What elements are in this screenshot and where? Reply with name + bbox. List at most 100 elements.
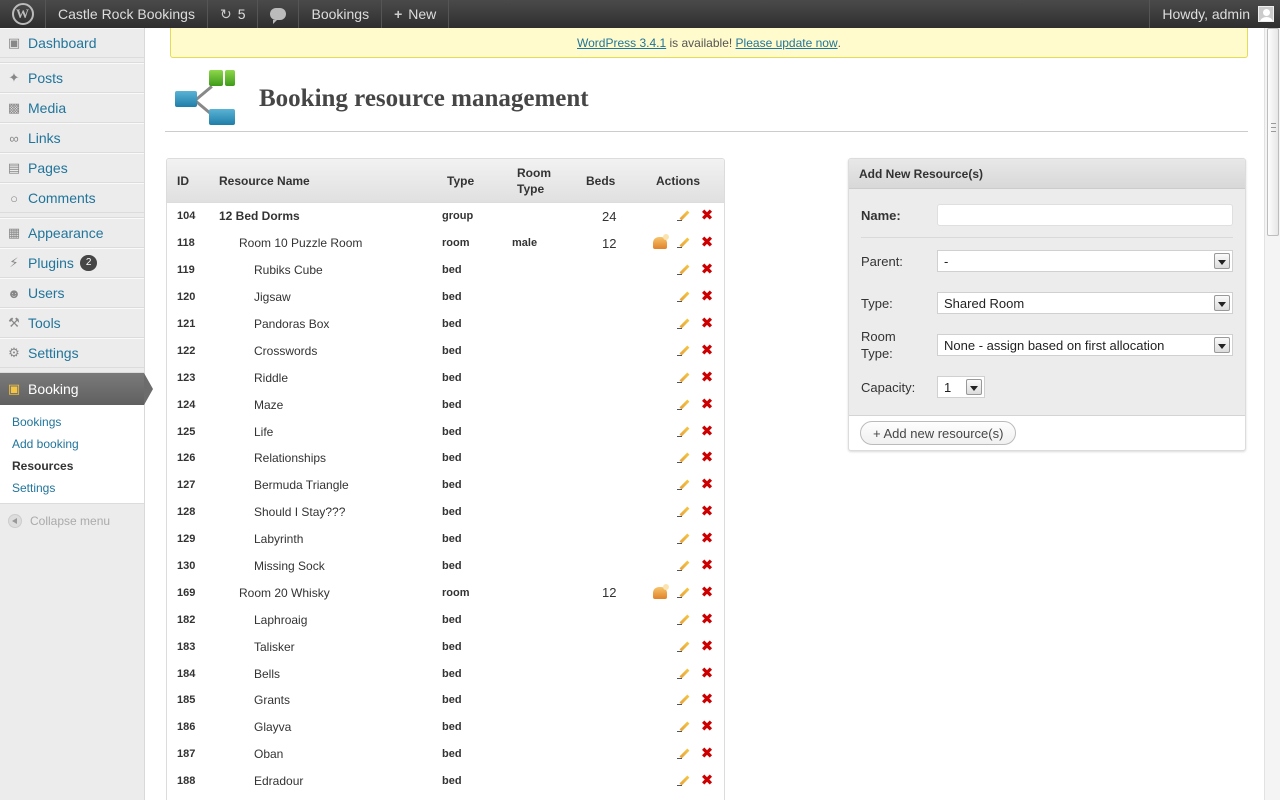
menu-users[interactable]: ☻ Users — [0, 278, 144, 308]
type-select[interactable]: Shared Room — [937, 292, 1233, 314]
add-resource-button[interactable]: + Add new resource(s) — [860, 421, 1017, 445]
resource-id: 188 — [177, 775, 196, 788]
delete-resource-button[interactable]: ✖ — [700, 230, 714, 257]
menu-media[interactable]: ▩ Media — [0, 93, 144, 123]
menu-comments[interactable]: ○ Comments — [0, 183, 144, 213]
col-room-type-header: Room Type — [517, 166, 551, 196]
edit-resource-button[interactable] — [677, 687, 691, 714]
delete-resource-button[interactable]: ✖ — [700, 741, 714, 768]
menu-booking[interactable]: ▣ Booking — [0, 373, 153, 405]
resource-type: bed — [442, 640, 462, 653]
menu-posts[interactable]: ✦ Posts — [0, 63, 144, 93]
delete-resource-button[interactable]: ✖ — [700, 687, 714, 714]
resource-type: bed — [442, 425, 462, 438]
page-scrollbar[interactable] — [1264, 28, 1280, 800]
bookings-link[interactable]: Bookings — [299, 0, 383, 28]
pencil-icon — [677, 344, 691, 358]
edit-resource-button[interactable] — [677, 472, 691, 499]
menu-label: Plugins — [28, 255, 74, 271]
edit-resource-button[interactable] — [677, 284, 691, 311]
edit-resource-button[interactable] — [677, 553, 691, 580]
delete-resource-button[interactable]: ✖ — [700, 714, 714, 741]
resource-id: 169 — [177, 586, 196, 599]
submenu-resources[interactable]: Resources — [0, 455, 144, 477]
edit-resource-button[interactable] — [677, 337, 691, 364]
delete-resource-button[interactable]: ✖ — [700, 660, 714, 687]
submenu-settings[interactable]: Settings — [0, 477, 144, 499]
delete-resource-button[interactable]: ✖ — [700, 606, 714, 633]
updates-link[interactable]: ↻ 5 — [208, 0, 259, 28]
howdy-text: Howdy, admin — [1162, 6, 1250, 22]
delete-x-icon: ✖ — [700, 637, 714, 655]
table-row: 123 Riddle bed ✖ — [167, 364, 724, 391]
delete-resource-button[interactable]: ✖ — [700, 499, 714, 526]
edit-resource-button[interactable] — [677, 714, 691, 741]
update-now-link[interactable]: Please update now — [736, 36, 838, 50]
menu-dashboard[interactable]: ▣ Dashboard — [0, 28, 144, 58]
delete-resource-button[interactable]: ✖ — [700, 768, 714, 795]
delete-resource-button[interactable]: ✖ — [700, 579, 714, 606]
delete-x-icon: ✖ — [700, 530, 714, 548]
resource-type: bed — [442, 560, 462, 573]
plus-icon: + — [394, 6, 403, 22]
edit-resource-button[interactable] — [677, 230, 691, 257]
menu-pages[interactable]: ▤ Pages — [0, 153, 144, 183]
menu-label: Pages — [28, 160, 68, 176]
delete-resource-button[interactable]: ✖ — [700, 472, 714, 499]
capacity-select[interactable]: 1 — [937, 376, 985, 398]
edit-resource-button[interactable] — [677, 526, 691, 553]
new-content-menu[interactable]: + New — [382, 0, 450, 28]
delete-resource-button[interactable]: ✖ — [700, 445, 714, 472]
name-input[interactable] — [937, 204, 1233, 226]
resource-id: 186 — [177, 721, 196, 734]
pencil-icon — [677, 451, 691, 465]
parent-select[interactable]: - — [937, 250, 1233, 272]
delete-resource-button[interactable]: ✖ — [700, 633, 714, 660]
resource-id: 184 — [177, 667, 196, 680]
edit-resource-button[interactable] — [677, 579, 691, 606]
parent-value: - — [944, 253, 949, 269]
edit-resource-button[interactable] — [677, 257, 691, 284]
edit-resource-button[interactable] — [677, 203, 691, 230]
delete-resource-button[interactable]: ✖ — [700, 553, 714, 580]
resource-name: Room 20 Whisky — [239, 585, 330, 600]
menu-plugins[interactable]: ⚡ Plugins 2 — [0, 248, 144, 278]
edit-resource-button[interactable] — [677, 499, 691, 526]
allocate-room-button[interactable] — [653, 230, 669, 257]
site-name-link[interactable]: Castle Rock Bookings — [46, 0, 208, 28]
edit-resource-button[interactable] — [677, 311, 691, 338]
delete-resource-button[interactable]: ✖ — [700, 337, 714, 364]
delete-resource-button[interactable]: ✖ — [700, 257, 714, 284]
edit-resource-button[interactable] — [677, 391, 691, 418]
edit-resource-button[interactable] — [677, 364, 691, 391]
menu-appearance[interactable]: ▦ Appearance — [0, 218, 144, 248]
allocate-room-button[interactable] — [653, 579, 669, 606]
edit-resource-button[interactable] — [677, 633, 691, 660]
edit-resource-button[interactable] — [677, 418, 691, 445]
edit-resource-button[interactable] — [677, 768, 691, 795]
edit-resource-button[interactable] — [677, 660, 691, 687]
comments-link[interactable] — [258, 0, 300, 28]
menu-links[interactable]: ∞ Links — [0, 123, 144, 153]
delete-resource-button[interactable]: ✖ — [700, 311, 714, 338]
delete-resource-button[interactable]: ✖ — [700, 418, 714, 445]
collapse-label: Collapse menu — [30, 514, 111, 528]
wordpress-version-link[interactable]: WordPress 3.4.1 — [577, 36, 666, 50]
edit-resource-button[interactable] — [677, 606, 691, 633]
delete-resource-button[interactable]: ✖ — [700, 284, 714, 311]
collapse-menu-button[interactable]: Collapse menu — [0, 504, 144, 538]
scrollbar-thumb[interactable] — [1267, 28, 1279, 236]
submenu-add-booking[interactable]: Add booking — [0, 433, 144, 455]
delete-resource-button[interactable]: ✖ — [700, 526, 714, 553]
room-type-select[interactable]: None - assign based on first allocation — [937, 334, 1233, 356]
edit-resource-button[interactable] — [677, 445, 691, 472]
delete-resource-button[interactable]: ✖ — [700, 391, 714, 418]
submenu-bookings[interactable]: Bookings — [0, 411, 144, 433]
delete-resource-button[interactable]: ✖ — [700, 203, 714, 230]
wordpress-logo-menu[interactable]: W — [0, 0, 46, 28]
delete-resource-button[interactable]: ✖ — [700, 364, 714, 391]
menu-settings[interactable]: ⚙ Settings — [0, 338, 144, 368]
menu-tools[interactable]: ⚒ Tools — [0, 308, 144, 338]
edit-resource-button[interactable] — [677, 741, 691, 768]
account-menu[interactable]: Howdy, admin — [1149, 0, 1280, 28]
